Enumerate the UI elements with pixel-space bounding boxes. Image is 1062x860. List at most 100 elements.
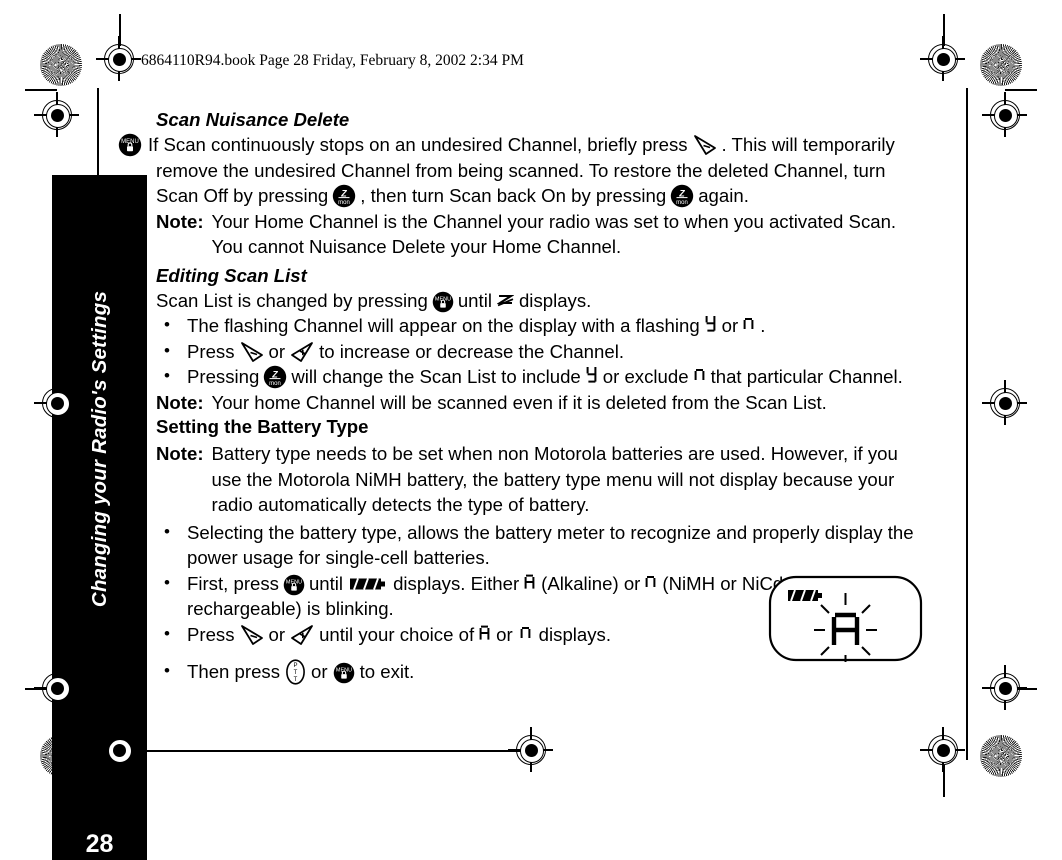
battery-bullet-3-text-3: until your choice of (319, 623, 475, 645)
bullet-1-text-2: or (721, 315, 739, 336)
down-decrease-arrow-icon (239, 341, 265, 363)
battery-bullet-1-text: Selecting the battery type, allows the b… (187, 521, 914, 569)
battery-meter-icon (349, 576, 387, 592)
svg-text:mon: mon (338, 200, 350, 206)
list-item: Then pressPTTorMENUto exit. (156, 658, 926, 685)
moire-star-target-top-right (980, 44, 1022, 86)
registration-mark-bottom-right (920, 727, 965, 772)
crop-line-top-left-vertical (119, 14, 121, 46)
registration-mark-top-right (920, 36, 965, 81)
page-edge-rule-right (966, 88, 968, 760)
battery-bullet-2-text-4: (Alkaline) or (541, 572, 641, 594)
bullet-3-text-4: that particular Channel. (710, 366, 903, 387)
lcd-char-n (645, 573, 657, 590)
registration-mark-bottom-center (508, 727, 553, 772)
page-number: 28 (85, 830, 114, 858)
note-label: Note: (156, 443, 204, 464)
ptt-key-icon: PTT (285, 659, 306, 685)
lcd-char-n (743, 315, 755, 332)
page-canvas: 6864110R94.book Page 28 Friday, February… (0, 0, 1062, 860)
crop-line-left-horizontal (25, 89, 57, 91)
note-label: Note: (156, 391, 204, 413)
lcd-char-a (479, 624, 491, 641)
monitor-scan-key-icon: Zmon (670, 184, 694, 208)
up-increase-arrow-icon (289, 341, 315, 363)
battery-bullet-3-text-5: displays. (538, 623, 612, 645)
note-text: Your Home Channel is the Channel your ra… (211, 210, 897, 258)
battery-bullet-3-text-1: Press (187, 623, 235, 645)
crop-line-top-right-vertical (943, 14, 945, 46)
paragraph-scan-nuisance-delete: MENU If Scan continuously stops on an und… (118, 132, 926, 209)
moire-star-target-bottom-right (980, 735, 1022, 777)
menu-lock-key-icon: MENU (283, 574, 305, 596)
editing-intro-text-3: displays. (518, 289, 592, 311)
battery-bullet-2-text-3: displays. Either (393, 572, 520, 594)
list-item: Selecting the battery type, allows the b… (156, 519, 926, 571)
monitor-scan-key-icon: Zmon (332, 184, 356, 208)
note-setting-battery-type: Note: Battery type needs to be set when … (156, 441, 926, 518)
svg-text:mon: mon (270, 381, 282, 387)
svg-text:MENU: MENU (121, 139, 139, 145)
scan-nuisance-text-3: , then turn Scan back On by pressing (360, 185, 667, 206)
radio-lcd-display (768, 575, 923, 667)
moire-star-target-top-left (40, 44, 82, 86)
registration-mark-mid-left (34, 92, 79, 137)
note-scan-nuisance: Note: Your Home Channel is the Channel y… (156, 209, 926, 260)
list-item: PressingZmonwill change the Scan List to… (156, 363, 926, 390)
bullet-list-editing-scan-list: The flashing Channel will appear on the … (156, 312, 926, 390)
lcd-char-y (705, 315, 717, 332)
monitor-scan-key-icon: Zmon (263, 365, 287, 389)
heading-editing-scan-list: Editing Scan List (156, 264, 307, 286)
heading-scan-nuisance-delete: Scan Nuisance Delete (156, 109, 350, 130)
battery-bullet-2-text-1: First, press (187, 572, 279, 594)
list-item: The flashing Channel will appear on the … (156, 312, 926, 339)
bullet-3-text-1: Pressing (187, 366, 260, 387)
scan-list-symbol-icon (496, 293, 514, 308)
down-decrease-arrow-icon (239, 624, 265, 646)
note-text: Your home Channel will be scanned even i… (211, 391, 827, 413)
svg-text:MENU: MENU (335, 667, 351, 673)
battery-bullet-4-text-3: to exit. (359, 661, 415, 682)
svg-text:MENU: MENU (286, 579, 302, 585)
crop-line-bottom-right-vertical (943, 765, 945, 797)
svg-text:mon: mon (676, 200, 688, 206)
menu-lock-key-icon: MENU (432, 291, 454, 313)
battery-bullet-3-text-4: or (496, 623, 513, 645)
svg-text:P: P (294, 663, 298, 669)
chapter-side-tab: Changing your Radio's Settings 28 (52, 175, 147, 860)
registration-mark-mid-right (982, 92, 1027, 137)
paragraph-editing-scan-list-intro: Scan List is changed by pressing MENU unti… (156, 288, 926, 314)
crop-line-right-horizontal (1005, 89, 1037, 91)
crop-line-bottom-center-horizontal (140, 750, 530, 752)
svg-text:T: T (294, 677, 298, 683)
lcd-battery-meter (788, 589, 822, 602)
list-item: Press or to increase or decrease the Chann… (156, 338, 926, 365)
heading-setting-battery-type: Setting the Battery Type (156, 416, 369, 437)
bullet-2-text-2: or (268, 340, 286, 362)
note-editing-scan-list: Note: Your home Channel will be scanned … (156, 390, 926, 416)
battery-bullet-4-text-1: Then press (187, 661, 281, 682)
scan-nuisance-text-4: again. (698, 185, 749, 206)
up-increase-arrow-icon (289, 624, 315, 646)
bullet-1-text-1: The flashing Channel will appear on the … (187, 315, 700, 336)
editing-intro-text-2: until (457, 289, 492, 311)
chapter-side-tab-label: Changing your Radio's Settings (87, 290, 111, 608)
bullet-3-text-2: will change the Scan List to include (291, 366, 581, 387)
battery-bullet-2-text-2: until (308, 572, 344, 594)
book-header-line: 6864110R94.book Page 28 Friday, February… (141, 52, 524, 69)
lcd-char-n (694, 366, 706, 383)
scan-nuisance-text-1: If Scan continuously stops on an undesir… (148, 134, 688, 155)
svg-text:MENU: MENU (435, 296, 451, 302)
bullet-2-text-3: to increase or decrease the Channel. (319, 340, 624, 362)
lcd-char-n (520, 624, 532, 641)
bullet-3-text-3: or exclude (602, 366, 689, 387)
registration-mark-right-center (982, 380, 1027, 425)
menu-lock-key-icon: MENU (118, 133, 142, 157)
battery-bullet-4-text-2: or (311, 661, 328, 682)
editing-intro-text-1: Scan List is changed by pressing (156, 289, 428, 311)
lcd-char-a (524, 573, 536, 590)
note-text: Battery type needs to be set when non Mo… (211, 443, 898, 515)
battery-bullet-3-text-2: or (268, 623, 286, 645)
down-decrease-arrow-icon (692, 134, 718, 156)
menu-lock-key-icon: MENU (333, 662, 355, 684)
